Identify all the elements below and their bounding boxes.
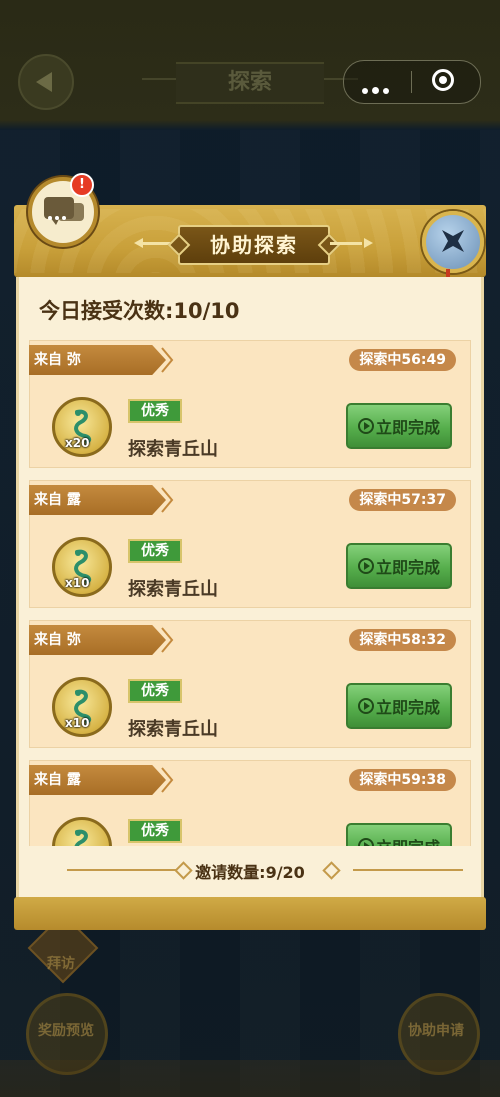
grade-badge: 优秀 bbox=[128, 399, 182, 423]
back-button[interactable] bbox=[18, 54, 74, 110]
grade-badge: 优秀 bbox=[128, 819, 182, 843]
complete-now-label: 立即完成 bbox=[375, 698, 440, 717]
title-arrow-right bbox=[364, 238, 373, 248]
assist-card: 来自 露 探索中59:38 优秀 立即完成 bbox=[29, 760, 471, 846]
explore-timer: 探索中58:32 bbox=[349, 629, 456, 651]
task-name: 探索青丘山 bbox=[128, 579, 218, 600]
explore-timer: 探索中57:37 bbox=[349, 489, 456, 511]
complete-now-button[interactable]: 立即完成 bbox=[346, 683, 452, 729]
from-tag: 来自 弥 bbox=[29, 625, 166, 655]
page-title: 探索 bbox=[176, 62, 324, 104]
complete-now-label: 立即完成 bbox=[376, 834, 440, 846]
target-icon[interactable] bbox=[432, 69, 454, 91]
assist-card: 来自 弥 探索中56:49 x20 优秀 探索青丘山 立即完成 bbox=[29, 340, 471, 468]
top-bar: 探索 bbox=[0, 0, 500, 122]
assist-request-label: 协助申请 bbox=[408, 1023, 464, 1039]
reward-quantity: x20 bbox=[65, 436, 90, 450]
back-arrow-icon bbox=[36, 72, 52, 92]
miniprogram-capsule bbox=[343, 60, 481, 104]
reward-preview-label: 奖励预览 bbox=[38, 1023, 94, 1039]
close-button[interactable] bbox=[422, 211, 484, 273]
more-dots-icon[interactable] bbox=[362, 79, 396, 94]
play-icon bbox=[357, 698, 374, 714]
explore-timer: 探索中56:49 bbox=[349, 349, 456, 371]
reward-quantity: x10 bbox=[65, 716, 90, 730]
from-tag: 来自 露 bbox=[29, 765, 166, 795]
coin-snake-icon bbox=[74, 829, 88, 846]
task-name: 探索青丘山 bbox=[128, 719, 218, 740]
close-icon bbox=[442, 230, 464, 252]
title-decoration-left bbox=[142, 78, 176, 80]
dialog-title: 协助探索 bbox=[178, 225, 330, 265]
invite-line-right bbox=[353, 869, 463, 871]
complete-now-button[interactable]: 立即完成 bbox=[346, 403, 452, 449]
invite-count-row: 邀请数量:9/20 bbox=[19, 855, 481, 885]
complete-now-button[interactable]: 立即完成 bbox=[346, 543, 452, 589]
reward-quantity: x10 bbox=[65, 576, 90, 590]
assist-card: 来自 弥 探索中58:32 x10 优秀 探索青丘山 立即完成 bbox=[29, 620, 471, 748]
invite-count: 邀请数量:9/20 bbox=[195, 863, 305, 882]
from-tag: 来自 弥 bbox=[29, 345, 166, 375]
dialog-body: 今日接受次数:10/10 来自 弥 探索中56:49 x20 优秀 探索青丘山 bbox=[16, 277, 484, 899]
play-icon bbox=[357, 418, 374, 434]
tag-chevron-icon bbox=[161, 487, 174, 513]
bottom-ground bbox=[0, 1060, 500, 1097]
complete-now-button[interactable]: 立即完成 bbox=[346, 823, 452, 846]
grade-badge: 优秀 bbox=[128, 539, 182, 563]
dialog-footer bbox=[14, 897, 486, 930]
task-name: 探索青丘山 bbox=[128, 439, 218, 460]
tag-chevron-icon bbox=[161, 767, 174, 793]
visit-label: 拜访 bbox=[47, 956, 75, 972]
assist-explore-dialog: 协助探索 ! 今日接受次数:10/10 来自 弥 探索中56:49 x20 优秀… bbox=[14, 173, 486, 930]
capsule-divider bbox=[411, 71, 412, 93]
grade-badge: 优秀 bbox=[128, 679, 182, 703]
play-icon bbox=[357, 558, 374, 574]
explore-timer: 探索中59:38 bbox=[349, 769, 456, 791]
assist-list[interactable]: 来自 弥 探索中56:49 x20 优秀 探索青丘山 立即完成 来自 露 探索中… bbox=[29, 340, 471, 846]
complete-now-label: 立即完成 bbox=[375, 558, 440, 577]
daily-accept-count: 今日接受次数:10/10 bbox=[39, 299, 240, 323]
reward-coin: x20 bbox=[52, 397, 112, 457]
tag-chevron-icon bbox=[161, 627, 174, 653]
complete-now-label: 立即完成 bbox=[375, 418, 440, 437]
reward-coin: x10 bbox=[52, 537, 112, 597]
title-line-right bbox=[330, 242, 362, 245]
play-icon bbox=[357, 838, 374, 846]
assist-card: 来自 露 探索中57:37 x10 优秀 探索青丘山 立即完成 bbox=[29, 480, 471, 608]
chat-alert-badge: ! bbox=[70, 173, 94, 197]
reward-coin bbox=[52, 817, 112, 846]
from-tag: 来自 露 bbox=[29, 485, 166, 515]
tag-chevron-icon bbox=[161, 347, 174, 373]
reward-coin: x10 bbox=[52, 677, 112, 737]
